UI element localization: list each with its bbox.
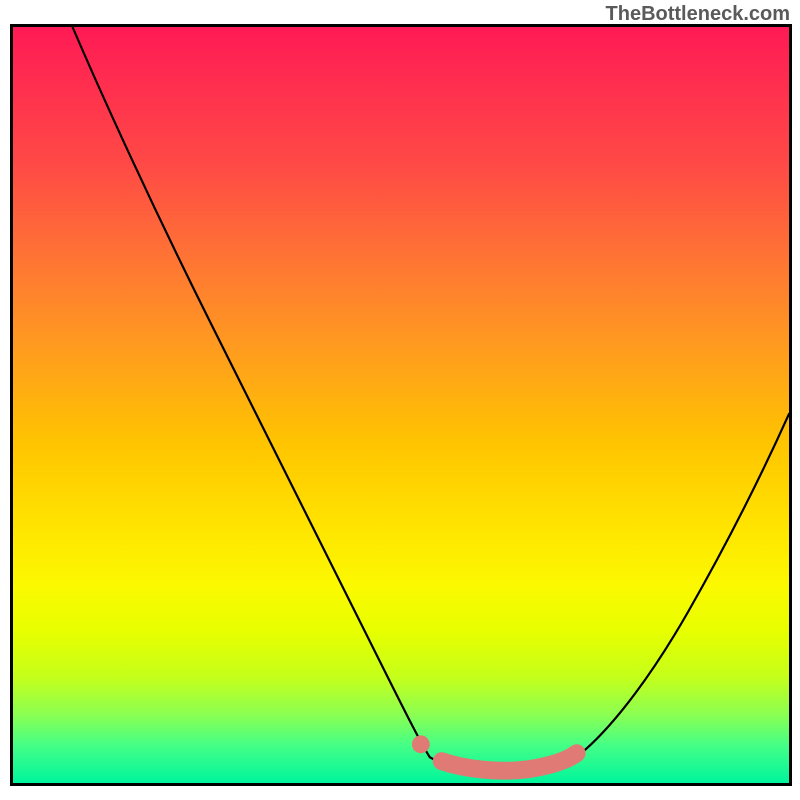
optimal-zone-highlight <box>442 753 577 770</box>
curve-right-branch <box>579 414 789 755</box>
watermark-text: TheBottleneck.com <box>606 3 790 26</box>
chart-svg <box>13 27 789 783</box>
bottleneck-chart <box>10 24 792 786</box>
curve-left-branch <box>73 27 430 757</box>
marker-dot <box>412 735 430 753</box>
